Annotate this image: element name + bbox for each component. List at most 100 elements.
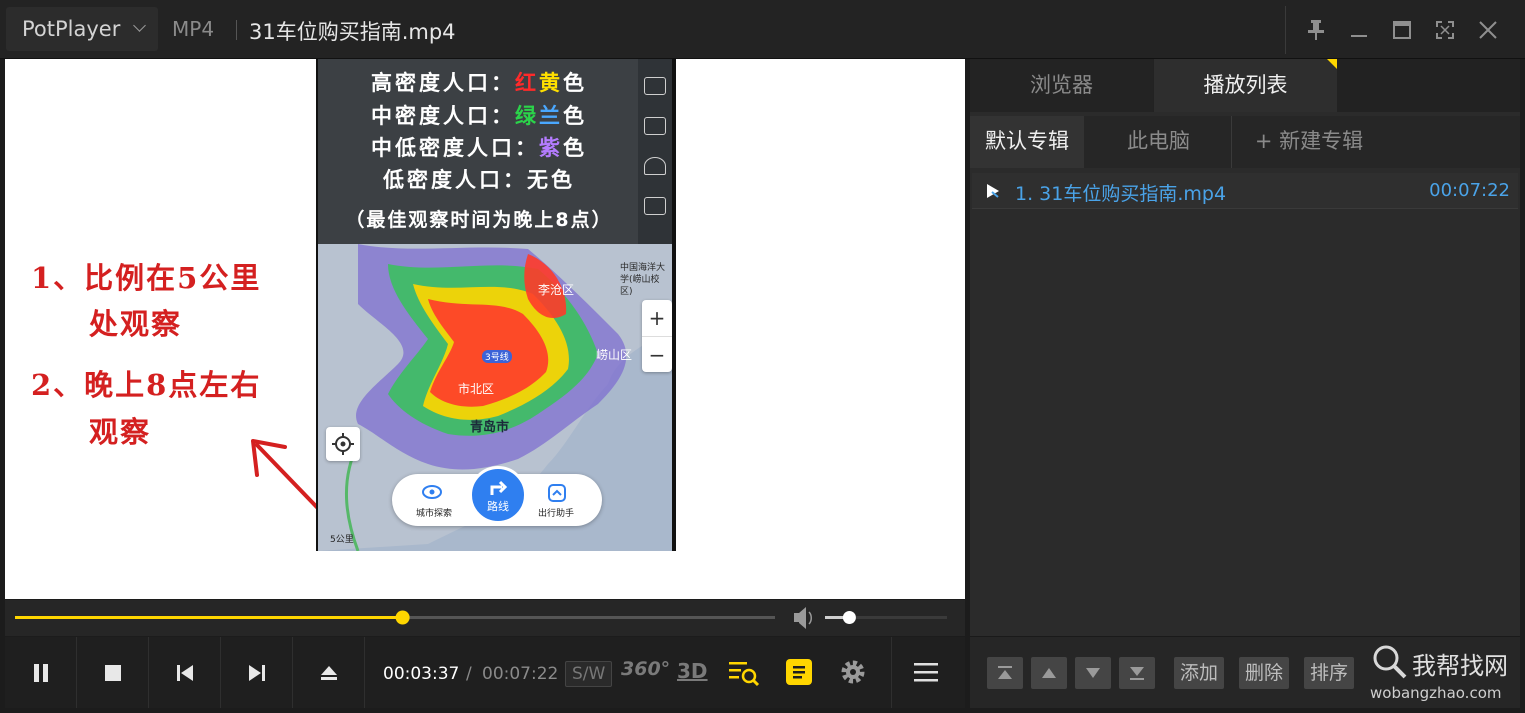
travel-assistant-label[interactable]: 出行助手 — [538, 506, 574, 519]
playlist-item-title: 1. 31车位购买指南.mp4 — [1015, 183, 1227, 205]
route-button[interactable]: 路线 — [469, 466, 527, 524]
pause-icon — [33, 663, 48, 682]
fullscreen-icon — [1436, 21, 1454, 39]
navigation-icon — [644, 157, 666, 175]
map-sidebar — [638, 59, 672, 244]
minimize-button[interactable] — [1343, 14, 1375, 46]
legend-color-word: 紫 — [539, 136, 563, 160]
tab-this-pc[interactable]: 此电脑 — [1086, 116, 1232, 168]
annotation-text: 处观察 — [89, 307, 183, 341]
map-label: 青岛市 — [470, 420, 510, 435]
delete-button[interactable]: 删除 — [1239, 657, 1290, 689]
total-time: 00:07:22 — [482, 664, 559, 684]
seek-bar-area — [5, 600, 965, 636]
app-menu-button[interactable]: PotPlayer — [6, 7, 158, 51]
close-icon — [1479, 21, 1497, 39]
active-tab-marker — [1327, 59, 1337, 69]
gear-icon — [841, 660, 865, 684]
tab-default-album[interactable]: 默认专辑 — [970, 116, 1084, 168]
legend-color-word: 红 — [515, 71, 539, 95]
legend-line: 中低密度人口：紫色 — [318, 132, 640, 162]
next-icon — [248, 664, 265, 681]
move-down-button[interactable] — [1075, 657, 1111, 689]
playlist-panel: 浏览器 播放列表 默认专辑 此电脑 + 新建专辑 1. 31车位购买指南.mp4… — [970, 59, 1520, 708]
title-bar: PotPlayer MP4 31车位购买指南.mp4 — [0, 0, 1525, 59]
video-area[interactable]: 1、比例在5公里 处观察 2、晚上8点左右 观察 高密度人口：红黄色 中密度人口… — [5, 59, 965, 599]
layers-icon — [644, 77, 666, 95]
playlist-search-button[interactable] — [727, 657, 763, 689]
move-up-button[interactable] — [1031, 657, 1067, 689]
legend-suffix: 色 — [563, 104, 587, 128]
route-arrow-icon — [490, 480, 508, 495]
subtitle-icon — [793, 666, 805, 679]
locate-icon — [332, 433, 354, 455]
format-label: MP4 — [172, 17, 215, 41]
maximize-icon — [1393, 21, 1411, 39]
seek-bar-graphic[interactable] — [5, 600, 965, 636]
zoom-out-button[interactable]: − — [642, 336, 672, 372]
subtitle-button[interactable] — [786, 659, 812, 685]
previous-icon — [176, 664, 193, 681]
zoom-in-button[interactable]: + — [642, 300, 672, 336]
divider — [236, 20, 237, 40]
annotation-text: 2、晚上8点左右 — [31, 368, 262, 402]
assistant-icon — [548, 484, 566, 502]
phone-screenshot: 高密度人口：红黄色 中密度人口：绿兰色 中低密度人口：紫色 低密度人口：无色 （… — [316, 59, 676, 551]
map-label: 3号线 — [482, 350, 512, 363]
minimize-icon — [1351, 35, 1367, 37]
new-album-button[interactable]: + 新建专辑 — [1234, 116, 1384, 168]
map-label: 崂山区 — [596, 348, 633, 362]
stop-button[interactable] — [77, 637, 149, 708]
eject-button[interactable] — [293, 637, 365, 708]
report-icon — [644, 117, 666, 135]
legend-color-word: 黄 — [539, 71, 563, 95]
tab-browser[interactable]: 浏览器 — [970, 59, 1153, 112]
fullscreen-button[interactable] — [1429, 14, 1461, 46]
pause-button[interactable] — [5, 637, 77, 708]
list-search-icon — [729, 662, 760, 687]
vr-360-button[interactable]: 360° — [621, 658, 670, 680]
move-down-icon — [1086, 668, 1100, 678]
eye-icon — [422, 485, 442, 499]
legend-prefix: 中密度人口： — [371, 104, 515, 128]
move-bottom-button[interactable] — [1119, 657, 1155, 689]
pin-button[interactable] — [1300, 14, 1332, 46]
hamburger-icon — [914, 663, 938, 682]
annotation-text: 观察 — [89, 415, 152, 449]
city-explore-label[interactable]: 城市探索 — [416, 506, 452, 519]
playlist-item[interactable]: 1. 31车位购买指南.mp4 00:07:22 — [972, 173, 1518, 209]
move-top-button[interactable] — [987, 657, 1023, 689]
maximize-button[interactable] — [1386, 14, 1418, 46]
stop-icon — [104, 664, 121, 681]
watermark-url: wobangzhao.com — [1370, 684, 1502, 702]
divider — [891, 637, 892, 708]
settings-button[interactable] — [838, 657, 868, 687]
locate-button[interactable] — [326, 427, 360, 461]
previous-button[interactable] — [149, 637, 221, 708]
legend-prefix: 中低密度人口： — [371, 136, 539, 160]
3d-button[interactable]: 3D — [677, 659, 708, 683]
route-label: 路线 — [487, 500, 509, 513]
control-bar: 00:03:37 / 00:07:22 S/W 360° 3D — [5, 637, 965, 708]
map-label: 李沧区 — [538, 283, 575, 297]
current-time: 00:03:37 — [383, 664, 460, 684]
legend-color-word: 兰 — [539, 104, 563, 128]
add-button[interactable]: 添加 — [1174, 657, 1225, 689]
watermark-title: 我帮找网 — [1412, 652, 1508, 680]
chevron-down-icon — [133, 19, 146, 32]
next-button[interactable] — [221, 637, 293, 708]
sort-button[interactable]: 排序 — [1304, 657, 1355, 689]
legend-suffix: 色 — [563, 136, 587, 160]
close-button[interactable] — [1472, 14, 1504, 46]
tab-playlist[interactable]: 播放列表 — [1154, 59, 1337, 112]
panel-tabs: 浏览器 播放列表 — [970, 59, 1520, 112]
sw-decoder-button[interactable]: S/W — [565, 661, 613, 687]
menu-button[interactable] — [913, 660, 943, 686]
map-scale: 5公里 — [330, 535, 354, 545]
legend-prefix: 高密度人口： — [371, 71, 515, 95]
app-name: PotPlayer — [22, 17, 121, 41]
zoom-controls: + − — [642, 300, 672, 372]
file-title: 31车位购买指南.mp4 — [249, 20, 456, 44]
density-legend: 高密度人口：红黄色 中密度人口：绿兰色 中低密度人口：紫色 低密度人口：无色 （… — [318, 59, 640, 244]
potplayer-window: PotPlayer MP4 31车位购买指南.mp4 1、比例在5公里 处观察 … — [0, 0, 1525, 713]
